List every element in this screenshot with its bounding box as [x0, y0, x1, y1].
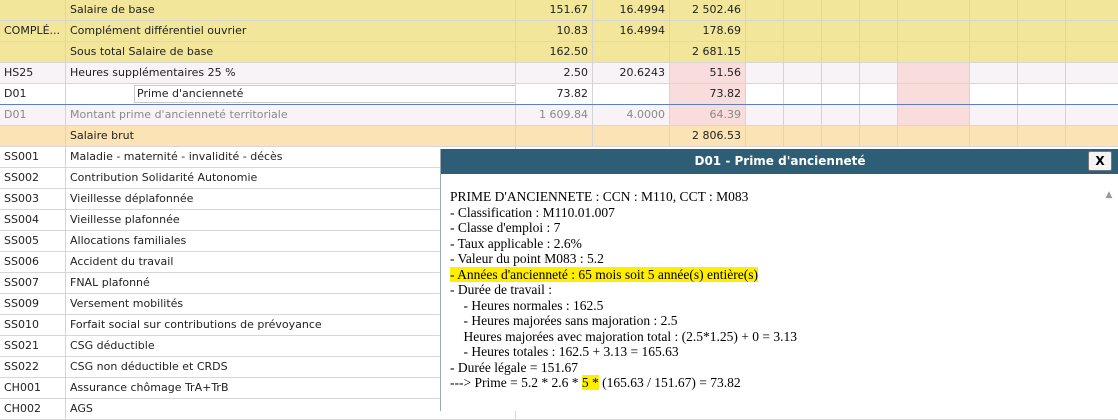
row-label: Salaire brut	[66, 126, 516, 146]
detail-line: - Classification : M110.01.007	[450, 204, 615, 220]
detail-line: - Valeur du point M083 : 5.2	[450, 251, 604, 266]
row-code: SS022	[0, 357, 66, 377]
table-row-selected[interactable]: D01 Prime d'ancienneté 73.82 73.82	[0, 84, 1118, 105]
row-base	[516, 126, 593, 146]
row-code: HS25	[0, 63, 66, 83]
row-code: COMPLÉ...	[0, 21, 66, 41]
table-row[interactable]: HS25 Heures supplémentaires 25 % 2.50 20…	[0, 63, 1118, 84]
row-code: SS002	[0, 168, 66, 188]
row-base: 2.50	[516, 63, 593, 83]
row-amount: 178.69	[670, 21, 746, 41]
dialog-title: D01 - Prime d'ancienneté	[694, 154, 866, 168]
row-base: 162.50	[516, 42, 593, 62]
row-rate	[593, 126, 670, 146]
detail-line: - Classe d'emploi : 7	[450, 220, 561, 235]
table-row[interactable]: Salaire de base 151.67 16.4994 2 502.46	[0, 0, 1118, 21]
row-label: Complément différentiel ouvrier	[66, 21, 516, 41]
row-label: Sous total Salaire de base	[66, 42, 516, 62]
row-code: SS007	[0, 273, 66, 293]
row-code: D01	[0, 84, 66, 104]
table-row[interactable]: Sous total Salaire de base 162.50 2 681.…	[0, 42, 1118, 63]
highlighted-years-factor: 5 *	[581, 375, 599, 390]
scroll-up-icon[interactable]: ▲	[1104, 191, 1114, 200]
table-row[interactable]: COMPLÉ... Complément différentiel ouvrie…	[0, 21, 1118, 42]
row-code: SS006	[0, 252, 66, 272]
row-code: SS003	[0, 189, 66, 209]
highlighted-seniority-line: - Années d'ancienneté : 65 mois soit 5 a…	[450, 266, 758, 282]
row-code: D01	[0, 105, 66, 125]
row-rate: 16.4994	[593, 0, 670, 20]
row-rate	[593, 42, 670, 62]
table-row[interactable]: D01 Montant prime d'ancienneté territori…	[0, 105, 1118, 126]
row-amount: 2 681.15	[670, 42, 746, 62]
detail-line: - Heures totales : 162.5 + 3.13 = 165.63	[450, 344, 679, 359]
row-code: CH002	[0, 399, 66, 419]
detail-line: PRIME D'ANCIENNETE : CCN : M110, CCT : M…	[450, 189, 749, 204]
row-amount: 51.56	[670, 63, 746, 83]
row-code: SS009	[0, 294, 66, 314]
row-rate: 4.0000	[593, 105, 670, 125]
close-button[interactable]: X	[1088, 151, 1112, 171]
row-amount: 73.82	[670, 84, 746, 104]
prime-formula-line: ---> Prime = 5.2 * 2.6 * 5 * (165.63 / 1…	[450, 375, 741, 390]
row-code	[0, 42, 66, 62]
row-label-edit-field[interactable]: Prime d'ancienneté	[134, 85, 515, 103]
detail-line: Heures majorées avec majoration total : …	[450, 328, 798, 344]
row-code: SS001	[0, 147, 66, 167]
row-code: SS010	[0, 315, 66, 335]
detail-line: - Durée légale = 151.67	[450, 359, 578, 375]
table-row[interactable]: Salaire brut 2 806.53	[0, 126, 1118, 147]
row-base: 1 609.84	[516, 105, 593, 125]
seniority-bonus-dialog: D01 - Prime d'ancienneté X ▲ PRIME D'ANC…	[440, 149, 1118, 411]
row-label: Salaire de base	[66, 0, 516, 20]
detail-line: - Heures normales : 162.5	[450, 297, 604, 313]
row-amount: 2 806.53	[670, 126, 746, 146]
row-amount: 64.39	[670, 105, 746, 125]
row-code: CH001	[0, 378, 66, 398]
dialog-header: D01 - Prime d'ancienneté X	[441, 149, 1118, 174]
row-code	[0, 0, 66, 20]
row-code: SS021	[0, 336, 66, 356]
detail-line: - Heures majorées sans majoration : 2.5	[450, 313, 678, 328]
row-code	[0, 126, 66, 146]
detail-line: - Taux applicable : 2.6%	[450, 235, 582, 251]
row-code: SS004	[0, 210, 66, 230]
row-rate: 20.6243	[593, 63, 670, 83]
detail-line: - Durée de travail :	[450, 282, 552, 297]
row-label: Heures supplémentaires 25 %	[66, 63, 516, 83]
row-amount: 2 502.46	[670, 0, 746, 20]
dialog-body: PRIME D'ANCIENNETE : CCN : M110, CCT : M…	[450, 189, 1100, 391]
row-base: 151.67	[516, 0, 593, 20]
row-base: 73.82	[516, 84, 593, 104]
row-base: 10.83	[516, 21, 593, 41]
row-rate	[593, 84, 670, 104]
row-code: SS005	[0, 231, 66, 251]
row-rate: 16.4994	[593, 21, 670, 41]
row-label: Montant prime d'ancienneté territoriale	[66, 105, 516, 125]
